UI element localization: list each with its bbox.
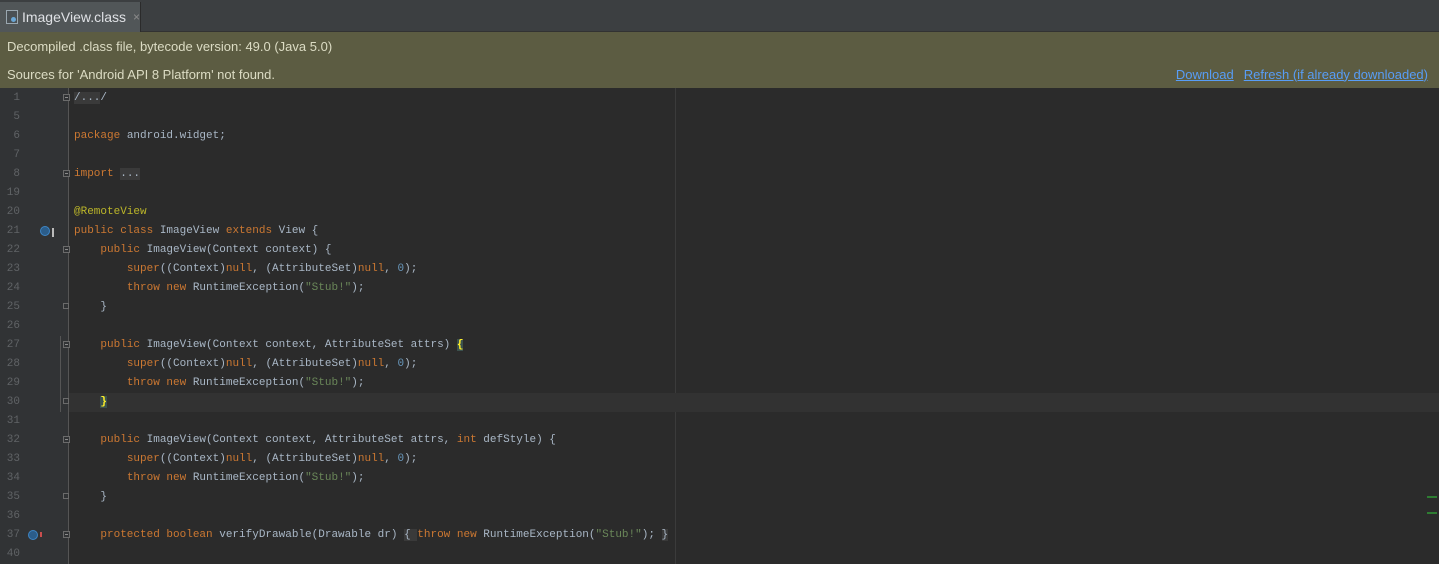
tab-title: ImageView.class xyxy=(21,9,126,25)
line-number: 31 xyxy=(6,415,20,427)
banner-links: Download Refresh (if already downloaded) xyxy=(1176,67,1432,82)
line-number: 24 xyxy=(6,282,20,294)
editor-tab-bar: ImageView.class × xyxy=(0,0,1439,32)
sources-not-found-notice: Sources for 'Android API 8 Platform' not… xyxy=(7,66,275,82)
code-text: @RemoteView xyxy=(74,206,147,218)
line-number: 40 xyxy=(6,548,20,560)
code-line[interactable]: 32 public ImageView(Context context, Att… xyxy=(0,431,1439,450)
line-number: 20 xyxy=(6,206,20,218)
line-number: 37 xyxy=(6,529,20,541)
code-text: protected boolean verifyDrawable(Drawabl… xyxy=(100,529,669,541)
fold-end-icon[interactable] xyxy=(63,398,69,404)
code-line[interactable]: 33 super((Context)null, (AttributeSet)nu… xyxy=(0,450,1439,469)
fold-expand-icon[interactable] xyxy=(63,170,70,177)
code-text: } xyxy=(100,396,108,408)
line-number: 27 xyxy=(6,339,20,351)
line-number: 23 xyxy=(6,263,20,275)
tab-imageview-class[interactable]: ImageView.class × xyxy=(0,2,141,32)
fold-expand-icon[interactable] xyxy=(63,531,70,538)
code-text: } xyxy=(74,301,108,313)
line-number: 28 xyxy=(6,358,20,370)
code-line[interactable]: 5 xyxy=(0,108,1439,127)
line-number: 29 xyxy=(6,377,20,389)
line-number: 5 xyxy=(13,111,20,123)
code-text: throw new RuntimeException("Stub!"); xyxy=(126,377,365,389)
code-line[interactable]: 8 import ... xyxy=(0,165,1439,184)
code-text: } xyxy=(74,491,108,503)
line-number: 6 xyxy=(13,130,20,142)
code-line[interactable]: 29 throw new RuntimeException("Stub!"); xyxy=(0,374,1439,393)
code-text: throw new RuntimeException("Stub!"); xyxy=(126,472,365,484)
code-line[interactable]: 27 public ImageView(Context context, Att… xyxy=(0,336,1439,355)
code-line[interactable]: 36 xyxy=(0,507,1439,526)
code-text: super((Context)null, (AttributeSet)null,… xyxy=(126,453,418,465)
line-number: 1 xyxy=(13,92,20,104)
line-number: 36 xyxy=(6,510,20,522)
code-line[interactable]: 25 } xyxy=(0,298,1439,317)
code-line[interactable]: 40 xyxy=(0,545,1439,564)
code-line[interactable]: 34 throw new RuntimeException("Stub!"); xyxy=(0,469,1439,488)
code-line[interactable]: 28 super((Context)null, (AttributeSet)nu… xyxy=(0,355,1439,374)
code-line[interactable]: 24 throw new RuntimeException("Stub!"); xyxy=(0,279,1439,298)
line-number: 35 xyxy=(6,491,20,503)
line-number: 25 xyxy=(6,301,20,313)
fold-end-icon[interactable] xyxy=(63,303,69,309)
fold-collapse-icon[interactable] xyxy=(63,246,70,253)
fold-expand-icon[interactable] xyxy=(63,94,70,101)
sources-banner: Sources for 'Android API 8 Platform' not… xyxy=(0,60,1439,88)
code-text: super((Context)null, (AttributeSet)null,… xyxy=(126,358,418,370)
scope-guide xyxy=(60,336,61,412)
code-line[interactable]: 20 @RemoteView xyxy=(0,203,1439,222)
code-line[interactable]: 35 } xyxy=(0,488,1439,507)
code-line[interactable]: 26 xyxy=(0,317,1439,336)
line-number: 7 xyxy=(13,149,20,161)
code-text: throw new RuntimeException("Stub!"); xyxy=(126,282,365,294)
code-line[interactable]: 37 protected boolean verifyDrawable(Draw… xyxy=(0,526,1439,545)
code-text: public class ImageView extends View { xyxy=(74,225,319,237)
download-link[interactable]: Download xyxy=(1176,67,1234,82)
code-text: package android.widget; xyxy=(74,130,226,142)
line-number: 32 xyxy=(6,434,20,446)
fold-end-icon[interactable] xyxy=(63,493,69,499)
class-file-icon xyxy=(6,10,18,24)
line-number: 34 xyxy=(6,472,20,484)
line-number: 21 xyxy=(6,225,20,237)
change-marker xyxy=(1427,496,1437,498)
code-line[interactable]: 22 public ImageView(Context context) { xyxy=(0,241,1439,260)
code-text: public ImageView(Context context, Attrib… xyxy=(100,339,464,351)
code-text: public ImageView(Context context) { xyxy=(100,244,332,256)
code-line[interactable]: 30 } xyxy=(0,393,1439,412)
code-line[interactable]: 23 super((Context)null, (AttributeSet)nu… xyxy=(0,260,1439,279)
line-number: 30 xyxy=(6,396,20,408)
close-icon[interactable]: × xyxy=(133,10,140,24)
line-number: 19 xyxy=(6,187,20,199)
line-number: 22 xyxy=(6,244,20,256)
refresh-link[interactable]: Refresh (if already downloaded) xyxy=(1244,67,1428,82)
code-editor[interactable]: 1 /.../ 5 6 package android.widget; 7 8 import … xyxy=(0,88,1439,564)
line-number: 33 xyxy=(6,453,20,465)
change-marker xyxy=(1427,512,1437,514)
code-line[interactable]: 7 xyxy=(0,146,1439,165)
fold-collapse-icon[interactable] xyxy=(63,341,70,348)
line-number: 8 xyxy=(13,168,20,180)
code-line[interactable]: 31 xyxy=(0,412,1439,431)
implements-class-icon[interactable] xyxy=(40,226,54,237)
code-line[interactable]: 19 xyxy=(0,184,1439,203)
code-text: import ... xyxy=(74,168,141,180)
decompiled-notice: Decompiled .class file, bytecode version… xyxy=(7,38,333,54)
decompiled-banner: Decompiled .class file, bytecode version… xyxy=(0,32,1439,60)
code-text: public ImageView(Context context, Attrib… xyxy=(100,434,556,446)
code-line[interactable]: 6 package android.widget; xyxy=(0,127,1439,146)
code-line[interactable]: 21 public class ImageView extends View { xyxy=(0,222,1439,241)
code-line[interactable]: 1 /.../ xyxy=(0,89,1439,108)
line-number: 26 xyxy=(6,320,20,332)
overrides-method-icon[interactable] xyxy=(28,530,42,540)
code-text: /.../ xyxy=(74,92,108,104)
code-text: super((Context)null, (AttributeSet)null,… xyxy=(126,263,418,275)
fold-collapse-icon[interactable] xyxy=(63,436,70,443)
